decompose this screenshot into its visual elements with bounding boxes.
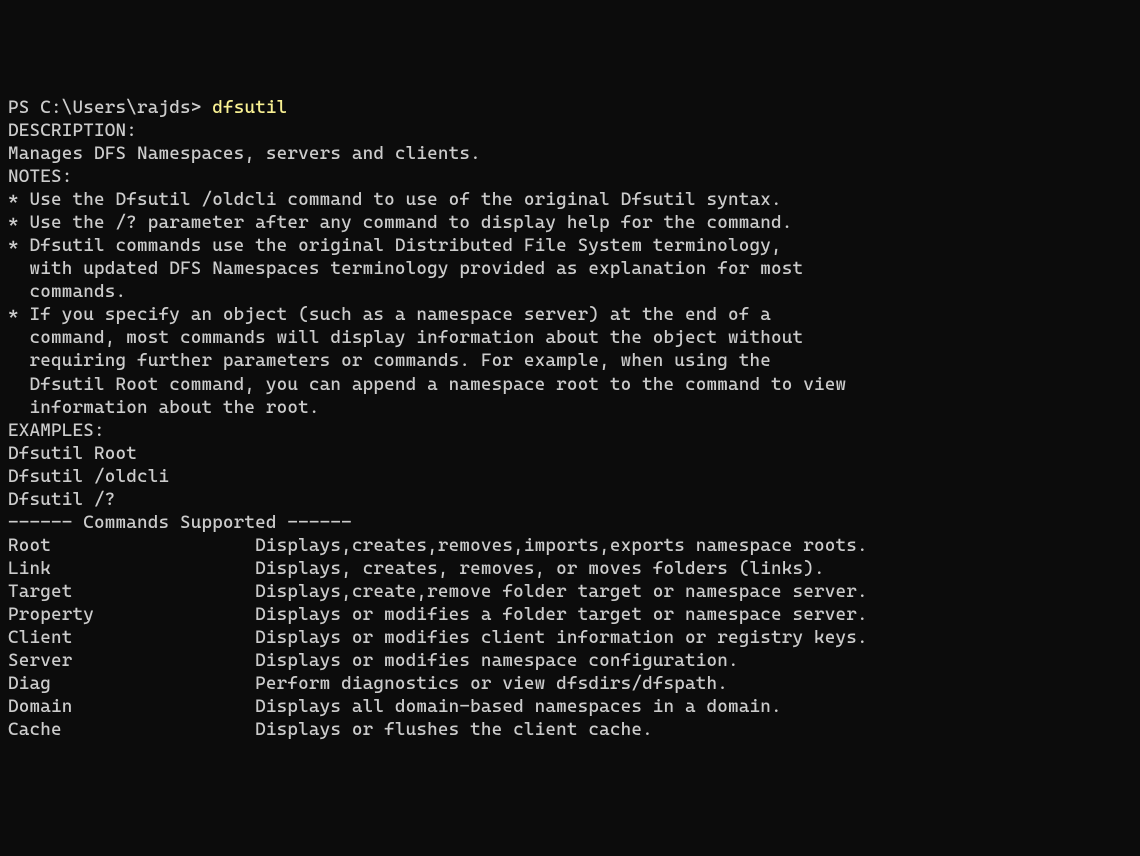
note-line: * Use the /? parameter after any command…: [8, 211, 1132, 234]
note-line: information about the root.: [8, 396, 1132, 419]
description-header: DESCRIPTION:: [8, 119, 1132, 142]
command-row: Client Displays or modifies client infor…: [8, 626, 1132, 649]
note-line: * Dfsutil commands use the original Dist…: [8, 234, 1132, 257]
command-row: Property Displays or modifies a folder t…: [8, 603, 1132, 626]
command-row: Server Displays or modifies namespace co…: [8, 649, 1132, 672]
prompt-prefix: PS C:\Users\rajds>: [8, 97, 212, 118]
example-line: Dfsutil /?: [8, 488, 1132, 511]
example-line: Dfsutil Root: [8, 442, 1132, 465]
note-line: commands.: [8, 280, 1132, 303]
command-row: Link Displays, creates, removes, or move…: [8, 557, 1132, 580]
command-row: Diag Perform diagnostics or view dfsdirs…: [8, 672, 1132, 695]
notes-header: NOTES:: [8, 165, 1132, 188]
command-text: dfsutil: [212, 97, 287, 118]
note-line: with updated DFS Namespaces terminology …: [8, 257, 1132, 280]
examples-header: EXAMPLES:: [8, 419, 1132, 442]
command-row: Target Displays,create,remove folder tar…: [8, 580, 1132, 603]
note-line: * Use the Dfsutil /oldcli command to use…: [8, 188, 1132, 211]
note-line: command, most commands will display info…: [8, 326, 1132, 349]
note-line: requiring further parameters or commands…: [8, 349, 1132, 372]
description-text: Manages DFS Namespaces, servers and clie…: [8, 142, 1132, 165]
command-row: Cache Displays or flushes the client cac…: [8, 718, 1132, 741]
example-line: Dfsutil /oldcli: [8, 465, 1132, 488]
note-line: Dfsutil Root command, you can append a n…: [8, 373, 1132, 396]
commands-header: ------ Commands Supported ------: [8, 511, 1132, 534]
prompt-line[interactable]: PS C:\Users\rajds> dfsutil: [8, 96, 1132, 119]
command-row: Domain Displays all domain-based namespa…: [8, 695, 1132, 718]
note-line: * If you specify an object (such as a na…: [8, 303, 1132, 326]
command-row: Root Displays,creates,removes,imports,ex…: [8, 534, 1132, 557]
